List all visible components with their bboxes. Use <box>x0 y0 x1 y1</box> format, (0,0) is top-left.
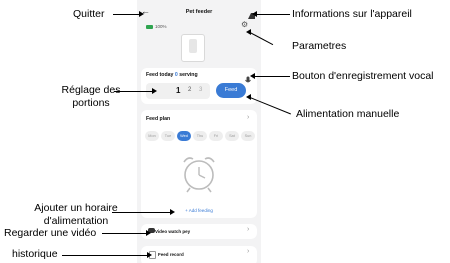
feed-today-count: 0 <box>174 72 178 78</box>
device-image <box>181 34 205 62</box>
portion-2[interactable]: 2 <box>188 87 191 93</box>
day-mon[interactable]: Mon <box>145 131 159 141</box>
feed-plan-card: Feed plan › Mon Tue Wed Thu Fri Sat Sun … <box>141 110 257 218</box>
feed-today-label: Feed today <box>146 72 174 78</box>
day-sun[interactable]: Sun <box>241 131 255 141</box>
leader-history <box>62 255 149 256</box>
day-wed[interactable]: Wed <box>177 131 191 141</box>
day-sat[interactable]: Sat <box>225 131 239 141</box>
leader-portion-setting <box>114 91 154 92</box>
feed-today-card: Feed today 0 serving 1 2 3 Feed <box>141 68 257 104</box>
battery-level: 100% <box>155 24 167 29</box>
leader-add-schedule-arrow <box>170 209 175 215</box>
leader-voice <box>254 76 290 77</box>
leader-watch-video <box>102 233 148 234</box>
day-tue[interactable]: Tue <box>161 131 175 141</box>
annotation-add-schedule: Ajouter un horaire d'alimentation <box>34 202 118 227</box>
phone-screen: ← Pet feeder 100% ⚙ Feed today 0 serving… <box>137 0 261 263</box>
video-label: Video watch pey <box>155 229 191 234</box>
alarm-clock-icon <box>179 152 219 199</box>
annotation-voice-record: Bouton d'enregistrement vocal <box>292 70 434 82</box>
leader-history-arrow <box>147 252 152 258</box>
feed-today-suffix: serving <box>179 72 198 78</box>
day-fri[interactable]: Fri <box>209 131 223 141</box>
annotation-quit: Quitter <box>73 8 105 20</box>
battery-icon <box>146 24 153 29</box>
feed-button[interactable]: Feed <box>216 83 246 98</box>
annotation-manual-feeding: Alimentation manuelle <box>296 108 400 120</box>
leader-portion-setting-arrow <box>152 88 157 94</box>
leader-watch-video-arrow <box>146 230 151 236</box>
leader-device-info <box>256 14 290 15</box>
feed-today-heading: Feed today 0 serving <box>146 72 198 78</box>
portion-3[interactable]: 3 <box>199 87 202 93</box>
portion-1[interactable]: 1 <box>176 86 180 95</box>
leader-add-schedule <box>112 212 172 213</box>
feed-record-card[interactable]: Feed record › <box>141 246 257 263</box>
video-chevron-icon: › <box>247 226 250 233</box>
day-selector: Mon Tue Wed Thu Fri Sat Sun <box>145 131 255 141</box>
settings-icon[interactable]: ⚙ <box>241 21 248 29</box>
device-image-body <box>189 39 197 53</box>
annotation-history: historique <box>12 248 58 260</box>
feed-record-label: Feed record <box>158 252 184 257</box>
header-title: Pet feeder <box>185 9 213 15</box>
feed-plan-chevron-icon[interactable]: › <box>247 114 249 121</box>
annotation-portion-setting: Réglage des portions <box>61 84 121 109</box>
day-thu[interactable]: Thu <box>193 131 207 141</box>
annotation-device-info: Informations sur l'appareil <box>292 8 412 20</box>
leader-quit-arrow <box>139 11 144 17</box>
annotation-settings: Parametres <box>292 40 347 52</box>
feed-plan-title: Feed plan <box>146 116 171 122</box>
battery-status: 100% <box>146 24 167 29</box>
video-card[interactable]: Video watch pey › <box>141 224 257 239</box>
record-chevron-icon: › <box>247 248 250 255</box>
annotation-watch-video: Regarder une vidéo <box>4 227 97 239</box>
leader-quit <box>113 14 141 15</box>
